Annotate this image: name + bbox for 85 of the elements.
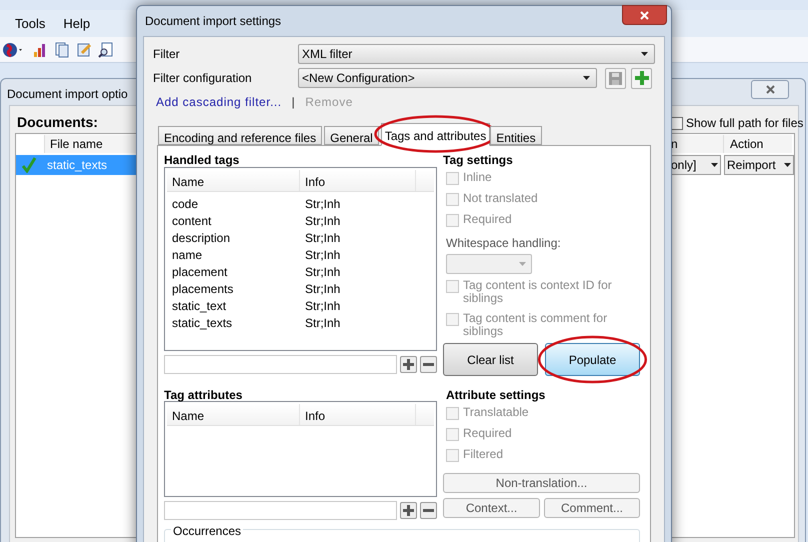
checkbox-label: Tag content is comment for siblings <box>463 312 608 338</box>
input-field[interactable] <box>164 355 397 374</box>
field-label: Whitespace handling: <box>446 235 562 252</box>
caret-icon <box>519 262 526 266</box>
menu-item[interactable]: Tools <box>15 14 46 34</box>
checkbox-label: Tag content is context ID for siblings <box>463 279 613 305</box>
table-cell-text: Str;Inh <box>304 280 340 298</box>
button[interactable]: Non-translation... <box>443 473 640 493</box>
table-cell-text: placement <box>171 264 228 280</box>
documents-icon[interactable] <box>54 42 70 58</box>
window-title: Document import optio <box>7 86 128 103</box>
table-cell-text: Str;Inh <box>304 298 340 314</box>
checkbox-label: Translatable <box>463 406 529 419</box>
close-button[interactable] <box>622 5 667 25</box>
table-cell-text: static_texts <box>171 314 234 332</box>
dropdown[interactable]: only] <box>670 155 721 175</box>
column-header: Info <box>300 170 416 191</box>
checkbox-label: Required <box>463 213 512 226</box>
checkbox-label: Filtered <box>463 448 504 461</box>
configuration-dropdown[interactable]: <New Configuration> <box>298 68 597 88</box>
field-label: Filter <box>153 46 181 63</box>
button[interactable]: Context... <box>443 498 540 518</box>
separator: | <box>292 94 296 111</box>
add-button[interactable] <box>400 502 417 519</box>
field-label: Filter configuration <box>153 70 253 87</box>
table-cell-text: content <box>171 212 212 230</box>
bar-chart-icon[interactable] <box>32 42 48 58</box>
column-header: Info <box>300 404 416 425</box>
checkbox-label: Not translated <box>463 192 538 205</box>
edit-document-icon[interactable] <box>76 42 92 58</box>
column-header: n <box>670 135 724 153</box>
dropdown[interactable]: Reimport <box>724 155 794 175</box>
window-title: Document import settings <box>145 13 282 30</box>
checkbox-label: Show full path for files <box>686 115 804 132</box>
button[interactable]: Clear list <box>443 343 538 376</box>
menu-item[interactable]: Help <box>63 14 90 34</box>
button[interactable]: Comment... <box>544 498 640 518</box>
column-header: Name <box>167 404 300 425</box>
input-field[interactable] <box>164 501 397 520</box>
table-cell-text: Str;Inh <box>304 196 340 212</box>
whitespace-dropdown[interactable] <box>446 254 532 274</box>
close-button[interactable] <box>751 80 789 99</box>
caret-icon <box>641 52 648 56</box>
remove-button[interactable] <box>420 356 437 373</box>
table-cell-text: code <box>171 196 200 212</box>
minus-icon <box>423 508 434 512</box>
button[interactable]: Populate <box>545 343 640 376</box>
tab[interactable]: General <box>324 126 379 145</box>
caret-icon <box>784 163 791 167</box>
close-icon <box>766 85 774 94</box>
table-cell-text: placements <box>171 280 234 298</box>
table-cell-text: description <box>171 230 232 246</box>
checkbox-label: Inline <box>463 171 492 184</box>
table-cell-text: Str;Inh <box>304 264 340 280</box>
table-cell-text: Str;Inh <box>304 314 340 332</box>
close-icon <box>640 10 649 20</box>
tab[interactable]: Entities <box>490 126 542 145</box>
tab[interactable]: Encoding and reference files <box>158 126 322 145</box>
table-cell-text: Str;Inh <box>304 230 340 246</box>
caret-icon <box>583 76 590 80</box>
file-name: static_texts <box>47 157 108 174</box>
section-heading: Tag settings <box>443 152 514 169</box>
filter-dropdown[interactable]: XML filter <box>298 44 655 64</box>
section-heading: Tag attributes <box>164 387 244 401</box>
link[interactable]: Add cascading filter... <box>156 93 282 111</box>
add-button[interactable] <box>631 68 652 88</box>
documents-heading: Documents: <box>17 113 98 132</box>
column-header: Name <box>167 170 300 191</box>
table-cell-text: Str;Inh <box>304 246 340 264</box>
remove-button[interactable] <box>420 502 437 519</box>
section-heading: Attribute settings <box>445 387 546 404</box>
tab[interactable]: Tags and attributes <box>380 123 490 146</box>
caret-icon <box>711 163 718 167</box>
add-button[interactable] <box>400 356 417 373</box>
checkbox-label: Required <box>463 427 512 440</box>
table-cell-text: Str;Inh <box>304 212 340 230</box>
minus-icon <box>423 362 434 366</box>
plus-icon <box>403 505 414 516</box>
table-cell-text: static_text <box>171 298 228 314</box>
save-button[interactable] <box>605 68 626 88</box>
plus-icon <box>634 71 648 85</box>
table-cell-text: name <box>171 246 204 264</box>
column-header: Action <box>724 135 792 153</box>
search-document-icon[interactable] <box>98 42 114 58</box>
plus-icon <box>403 359 414 370</box>
